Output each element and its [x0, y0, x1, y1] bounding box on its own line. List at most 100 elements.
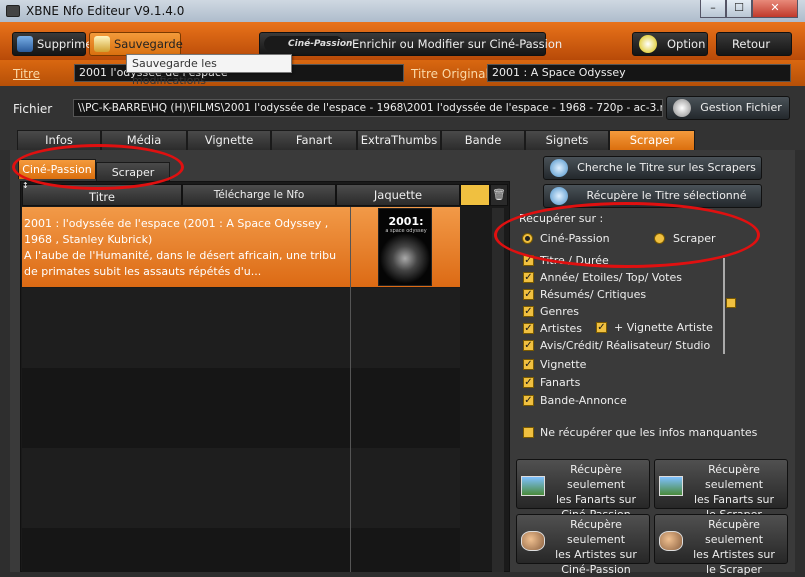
- fanarts-scraper-button[interactable]: Récupère seulement les Fanarts sur le Sc…: [654, 459, 788, 521]
- tab-scraper[interactable]: Scraper: [609, 130, 695, 150]
- row-title-text: 2001 : l'odyssée de l'espace (2001 : A S…: [24, 217, 329, 246]
- col-jaquette: Jaquette: [336, 184, 460, 206]
- save-tooltip: Sauvegarde les modifications: [126, 54, 292, 87]
- tab-fanart[interactable]: Fanart: [271, 130, 357, 150]
- poster-title: 2001:: [388, 215, 424, 228]
- option-label: Option: [667, 37, 706, 51]
- enrichir-label: Enrichir ou Modifier sur Ciné-Passion: [352, 37, 563, 51]
- highlight-ellipse-recuperer: [494, 202, 760, 268]
- recupere-label: Récupère le Titre sélectionné: [586, 189, 747, 202]
- checkbox-manquantes[interactable]: [523, 427, 534, 438]
- option-button[interactable]: Option: [632, 32, 708, 56]
- landscape-icon: [521, 476, 545, 496]
- btn-line: les Artistes sur: [555, 548, 637, 561]
- trash-icon[interactable]: 🗑: [490, 184, 508, 206]
- table-row[interactable]: [22, 288, 460, 368]
- btn-line: le Scraper: [706, 563, 762, 576]
- artistes-cine-passion-button[interactable]: Récupère seulement les Artistes sur Ciné…: [516, 514, 650, 576]
- checkbox-annee[interactable]: ✓: [523, 272, 534, 283]
- options-scrollbar-track: [723, 258, 725, 354]
- btn-line: les Artistes sur: [693, 548, 775, 561]
- vignette-artiste-label: + Vignette Artiste: [614, 321, 713, 334]
- option-label: Avis/Crédit/ Réalisateur/ Studio: [540, 339, 711, 352]
- checkbox-fanarts[interactable]: ✓: [523, 377, 534, 388]
- supprime-label: Supprime: [37, 37, 93, 51]
- cherche-titre-button[interactable]: Cherche le Titre sur les Scrapers: [543, 156, 762, 180]
- option-label: Fanarts: [540, 376, 581, 389]
- delete-icon: [17, 36, 33, 52]
- column-divider: [350, 207, 351, 572]
- checkbox-resumes[interactable]: ✓: [523, 289, 534, 300]
- save-icon: [94, 36, 110, 52]
- btn-line: les Fanarts sur: [555, 493, 637, 506]
- disc-icon: [673, 99, 691, 117]
- titre-row: Titre 2001 l'odyssée de l'espace Titre O…: [0, 60, 805, 86]
- options-scroll-thumb[interactable]: [726, 298, 736, 308]
- option-label: Artistes: [540, 322, 582, 335]
- checkbox-bande-annonce[interactable]: ✓: [523, 395, 534, 406]
- artistes-scraper-button[interactable]: Récupère seulement les Artistes sur le S…: [654, 514, 788, 576]
- window-title: XBNE Nfo Editeur V9.1.4.0: [26, 4, 185, 18]
- btn-line: Ciné-Passion: [561, 563, 631, 576]
- manquantes-label: Ne récupérer que les infos manquantes: [540, 426, 758, 439]
- fanarts-cine-passion-button[interactable]: Récupère seulement les Fanarts sur Ciné-…: [516, 459, 650, 521]
- gestion-fichier-label: Gestion Fichier: [700, 101, 782, 114]
- fichier-label: Fichier: [13, 102, 53, 116]
- sort-arrows-icon: ↕: [22, 181, 29, 190]
- checkbox-avis[interactable]: ✓: [523, 340, 534, 351]
- close-button[interactable]: ✕: [752, 0, 798, 18]
- retour-button[interactable]: Retour: [716, 32, 792, 56]
- minimize-button[interactable]: –: [700, 0, 726, 18]
- people-icon: [521, 531, 545, 551]
- fichier-path-field[interactable]: \\PC-K-BARRE\HQ (H)\FILMS\2001 l'odyssée…: [73, 99, 663, 117]
- checkbox-artistes[interactable]: ✓: [523, 323, 534, 334]
- option-label: Vignette: [540, 358, 587, 371]
- search-icon: [550, 159, 568, 177]
- option-label: Bande-Annonce: [540, 394, 627, 407]
- sauvegarde-label: Sauvegarde: [114, 37, 183, 51]
- wrench-icon: [639, 35, 657, 53]
- poster-thumbnail: 2001: a space odyssey: [378, 208, 432, 286]
- globe-icon: [550, 187, 568, 205]
- supprime-button[interactable]: Supprime: [12, 32, 92, 56]
- highlight-ellipse-subtabs: [12, 144, 184, 190]
- tab-bande-annonce[interactable]: Bande Annonce: [441, 130, 525, 166]
- cine-passion-logo: Ciné-Passion: [264, 36, 352, 52]
- sauvegarde-button[interactable]: Sauvegarde: [89, 32, 183, 56]
- column-chooser[interactable]: [460, 184, 490, 206]
- checkbox-genres[interactable]: ✓: [523, 306, 534, 317]
- landscape-icon: [659, 476, 683, 496]
- titre-original-field[interactable]: 2001 : A Space Odyssey: [487, 64, 791, 82]
- btn-line: Récupère seulement: [566, 518, 626, 546]
- telecharge-nfo-button[interactable]: Télécharge le Nfo Sélectionné: [182, 184, 336, 221]
- header-toolbar: Supprime Sauvegarde Ciné-Passion Enrichi…: [0, 22, 805, 60]
- option-label: Genres: [540, 305, 580, 318]
- option-label: Année/ Etoiles/ Top/ Votes: [540, 271, 682, 284]
- checkbox-vignette[interactable]: ✓: [523, 359, 534, 370]
- titre-original-label: Titre Original: [411, 67, 489, 81]
- tab-extrathumbs[interactable]: ExtraThumbs: [357, 130, 441, 150]
- row-desc-text: A l'aube de l'Humanité, dans le désert a…: [24, 249, 337, 278]
- btn-line: Récupère seulement: [704, 463, 764, 491]
- option-label: Résumés/ Critiques: [540, 288, 647, 301]
- grid-scrollbar[interactable]: [492, 208, 504, 572]
- btn-line: les Fanarts sur: [693, 493, 775, 506]
- fichier-row: Fichier \\PC-K-BARRE\HQ (H)\FILMS\2001 l…: [0, 86, 805, 126]
- window-titlebar: XBNE Nfo Editeur V9.1.4.0 – ☐ ✕: [0, 0, 805, 22]
- table-row[interactable]: [22, 368, 460, 448]
- titre-label: Titre: [13, 67, 41, 81]
- enrichir-button[interactable]: Ciné-Passion Enrichir ou Modifier sur Ci…: [259, 32, 562, 56]
- maximize-button[interactable]: ☐: [726, 0, 752, 18]
- app-icon: [6, 5, 20, 17]
- btn-line: Récupère seulement: [704, 518, 764, 546]
- poster-subtitle: a space odyssey: [385, 228, 427, 234]
- btn-line: Récupère seulement: [566, 463, 626, 491]
- gestion-fichier-button[interactable]: Gestion Fichier: [666, 96, 790, 120]
- people-icon: [659, 531, 683, 551]
- table-row[interactable]: [22, 528, 460, 572]
- tab-signets[interactable]: Signets: [525, 130, 609, 150]
- cherche-label: Cherche le Titre sur les Scrapers: [577, 161, 756, 174]
- tab-vignette[interactable]: Vignette: [187, 130, 271, 150]
- checkbox-vignette-artiste[interactable]: ✓: [596, 322, 607, 333]
- table-row[interactable]: [22, 448, 460, 528]
